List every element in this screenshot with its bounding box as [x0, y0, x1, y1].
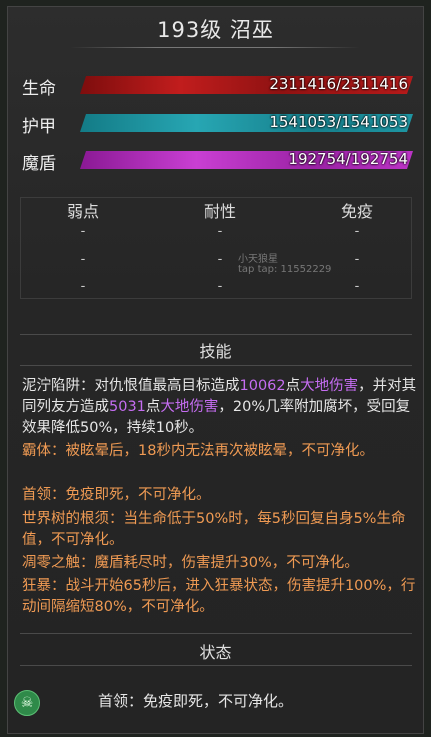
armor-bar: 1541053/1541053 [80, 114, 413, 132]
status-divider [20, 633, 412, 634]
skills-title: 技能 [199, 342, 232, 361]
shield-bar: 192754/192754 [80, 151, 413, 169]
watermark-id: tap tap: 11552229 [238, 264, 332, 275]
status-title: 状态 [199, 643, 232, 662]
resistance-cell: - [80, 279, 86, 294]
resistance-cell: - [354, 224, 360, 239]
skill-berserk: 狂暴：战斗开始65秒后，进入狂暴状态，伤害提升100%，行动间隔缩短80%，不可… [22, 578, 416, 615]
resistance-cell: - [354, 252, 360, 267]
skill-world-tree: 世界树的根须：当生命低于50%时，每5秒回复自身5%生命值，不可净化。 [22, 511, 406, 548]
hp-bar: 2311416/2311416 [80, 76, 413, 94]
skills-divider [20, 334, 412, 335]
skills-divider [20, 365, 412, 366]
armor-label: 护甲 [22, 117, 56, 137]
resistance-cell: - [217, 252, 223, 267]
shield-label: 魔盾 [22, 154, 56, 174]
enemy-title: 193级 沼巫 [157, 18, 274, 42]
resistance-cell: - [217, 279, 223, 294]
resistance-cell: - [80, 252, 86, 267]
skill-superarmor: 霸体：被眩晕后，18秒内无法再次被眩晕，不可净化。 [22, 443, 374, 459]
skull-icon[interactable]: ☠ [14, 690, 40, 716]
skill-wither-touch: 凋零之触：魔盾耗尽时，伤害提升30%，不可净化。 [22, 555, 359, 571]
immunity-header: 免疫 [340, 202, 373, 221]
shield-value: 192754/192754 [288, 150, 408, 168]
resistance-cell: - [354, 279, 360, 294]
resistance-cell: - [217, 224, 223, 239]
status-description: 首领：免疫即死，不可净化。 [98, 692, 294, 710]
skill-boss: 首领：免疫即死，不可净化。 [22, 487, 211, 503]
weakness-header: 弱点 [66, 202, 99, 221]
armor-value: 1541053/1541053 [269, 113, 408, 131]
status-divider [20, 665, 412, 666]
skill-mud-trap: 泥泞陷阱：对仇恨值最高目标造成10062点大地伤害，并对其同列友方造成5031点… [22, 378, 417, 436]
watermark-name: 小天狼星 [238, 254, 278, 265]
resistance-header: 耐性 [203, 202, 236, 221]
hp-label: 生命 [22, 79, 56, 99]
title-divider [70, 47, 360, 48]
hp-value: 2311416/2311416 [269, 75, 408, 93]
resistance-cell: - [80, 224, 86, 239]
